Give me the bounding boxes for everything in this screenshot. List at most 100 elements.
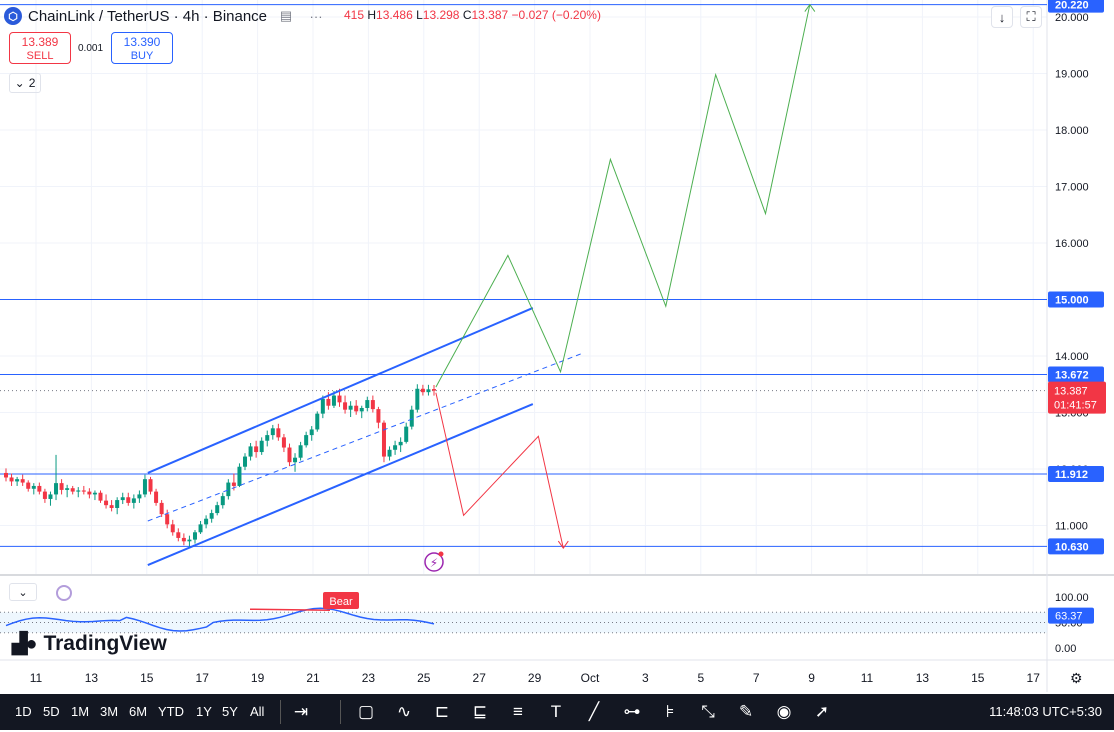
candle-body xyxy=(348,405,353,410)
candle-body xyxy=(376,409,381,423)
arrow-tool-icon[interactable]: ➚ xyxy=(810,700,834,724)
price-axis[interactable]: 11.00012.00013.00014.00015.00016.00017.0… xyxy=(1048,0,1106,555)
path-tool-icon[interactable]: ⤡ xyxy=(696,700,720,724)
candle-body xyxy=(42,491,47,499)
time-tick-label: 13 xyxy=(85,671,99,685)
candle-body xyxy=(359,407,364,412)
rsi-collapse-button[interactable]: ⌄ xyxy=(9,583,37,601)
symbol-header[interactable]: ⬡ ChainLink / TetherUS · 4h · Binance ▤ … xyxy=(4,4,327,28)
rectangle-tool-icon[interactable]: ▢ xyxy=(354,700,378,724)
candle-body xyxy=(393,445,398,450)
candle-body xyxy=(404,426,409,442)
fullscreen-icon[interactable]: ⛶ xyxy=(1020,6,1042,28)
low-label: L xyxy=(416,8,423,22)
parallel-lines-icon[interactable]: ≡ xyxy=(506,700,530,724)
high-value: 13.486 xyxy=(376,8,413,22)
text-tool-icon[interactable]: T xyxy=(544,700,568,724)
time-tick-label: 17 xyxy=(1027,671,1041,685)
candle-body xyxy=(187,539,192,542)
candle-body xyxy=(165,514,170,525)
candle-body xyxy=(215,505,220,514)
fib-tool-icon[interactable]: ⊶ xyxy=(620,700,644,724)
candle-body xyxy=(48,494,53,499)
time-tick-label: Oct xyxy=(581,671,600,685)
candlesticks xyxy=(4,384,436,547)
level-price-label: 20.220 xyxy=(1055,0,1089,12)
candle-body xyxy=(154,491,159,503)
candle-body xyxy=(98,492,103,501)
time-tick-label: 7 xyxy=(753,671,760,685)
chevron-down-icon: ⌄ xyxy=(14,76,25,90)
time-tick-label: 15 xyxy=(971,671,985,685)
range-1m[interactable]: 1M xyxy=(71,704,89,719)
candle-body xyxy=(365,400,370,408)
candle-body xyxy=(243,456,248,467)
candle-body xyxy=(9,477,14,482)
candle-body xyxy=(276,428,281,438)
range-6m[interactable]: 6M xyxy=(129,704,147,719)
candle-body xyxy=(320,398,325,414)
time-axis[interactable]: 11 13 15 17 19 21 23 25 27 29 Oct 3 5 7 9 11 13 15 17 xyxy=(30,671,1040,685)
range-ytd[interactable]: YTD xyxy=(158,704,184,719)
ascending-channel[interactable] xyxy=(147,307,583,566)
horizontal-levels[interactable] xyxy=(0,4,1047,547)
low-value: 13.298 xyxy=(422,8,460,22)
legend-toggle[interactable]: ⌄ 2 xyxy=(9,73,41,93)
candle-body xyxy=(37,485,42,492)
time-tick-label: 15 xyxy=(140,671,154,685)
level-price-label: 11.912 xyxy=(1055,469,1088,481)
candle-body xyxy=(281,437,286,448)
eye-tool-icon[interactable]: ◉ xyxy=(772,700,796,724)
price-chart[interactable]: ⚡ 11.00012.00013.00014.00015.00016.00017… xyxy=(0,0,1114,732)
candle-body xyxy=(181,537,186,542)
measure-tool-icon[interactable]: ⊧ xyxy=(658,700,682,724)
candle-body xyxy=(176,532,181,538)
rsi-indicator-icon[interactable] xyxy=(56,585,72,601)
scroll-down-icon[interactable]: ↓ xyxy=(991,6,1013,28)
short-position-icon[interactable]: ⊑ xyxy=(468,700,492,724)
time-tick-label: 11 xyxy=(30,671,43,685)
trend-line-icon[interactable]: ╱ xyxy=(582,700,606,724)
clock[interactable]: 11:48:03 UTC+5:30 xyxy=(989,704,1102,719)
channel-lower-line xyxy=(147,403,534,566)
candle-body xyxy=(170,524,175,533)
level-price-label: 10.630 xyxy=(1055,541,1089,553)
candle-body xyxy=(426,389,431,393)
more-icon[interactable]: ··· xyxy=(305,5,327,27)
long-position-icon[interactable]: ⊏ xyxy=(430,700,454,724)
candle-body xyxy=(304,435,309,446)
range-all[interactable]: All xyxy=(250,704,264,719)
candle-body xyxy=(120,497,125,501)
candle-body xyxy=(137,494,142,499)
brand-name: TradingView xyxy=(43,631,167,655)
candle-body xyxy=(26,482,31,489)
pattern-tool-icon[interactable]: ∿ xyxy=(392,700,416,724)
buy-button[interactable]: 13.390 BUY xyxy=(111,32,173,64)
range-3m[interactable]: 3M xyxy=(100,704,118,719)
buy-price: 13.390 xyxy=(123,35,161,49)
candle-body xyxy=(343,402,348,410)
candle-body xyxy=(126,497,131,503)
event-dot xyxy=(438,551,444,557)
candle-body xyxy=(231,482,236,486)
range-5y[interactable]: 5Y xyxy=(222,704,238,719)
candle-body xyxy=(370,400,375,410)
range-1y[interactable]: 1Y xyxy=(196,704,212,719)
candle-body xyxy=(209,513,214,519)
brush-tool-icon[interactable]: ✎ xyxy=(734,700,758,724)
goto-date-icon[interactable]: ⇥ xyxy=(289,700,313,724)
settings-gear-icon[interactable]: ⚙ xyxy=(1070,670,1083,687)
range-1d[interactable]: 1D xyxy=(15,704,32,719)
ohlc-values: 415 H13.486 L13.298 C13.387 −0.027 (−0.2… xyxy=(344,8,601,22)
sell-button[interactable]: 13.389 SELL xyxy=(9,32,71,64)
bearish-projection xyxy=(435,392,564,549)
bear-divergence-label: Bear xyxy=(329,596,353,608)
range-5d[interactable]: 5D xyxy=(43,704,60,719)
toolbar-divider xyxy=(280,700,281,724)
rsi-tick-label: 100.00 xyxy=(1055,592,1089,604)
compare-icon[interactable]: ▤ xyxy=(275,5,297,27)
candle-body xyxy=(15,479,20,482)
candle-body xyxy=(20,479,25,483)
symbol-title[interactable]: ChainLink / TetherUS · 4h · Binance xyxy=(28,8,267,25)
candle-body xyxy=(115,500,120,508)
